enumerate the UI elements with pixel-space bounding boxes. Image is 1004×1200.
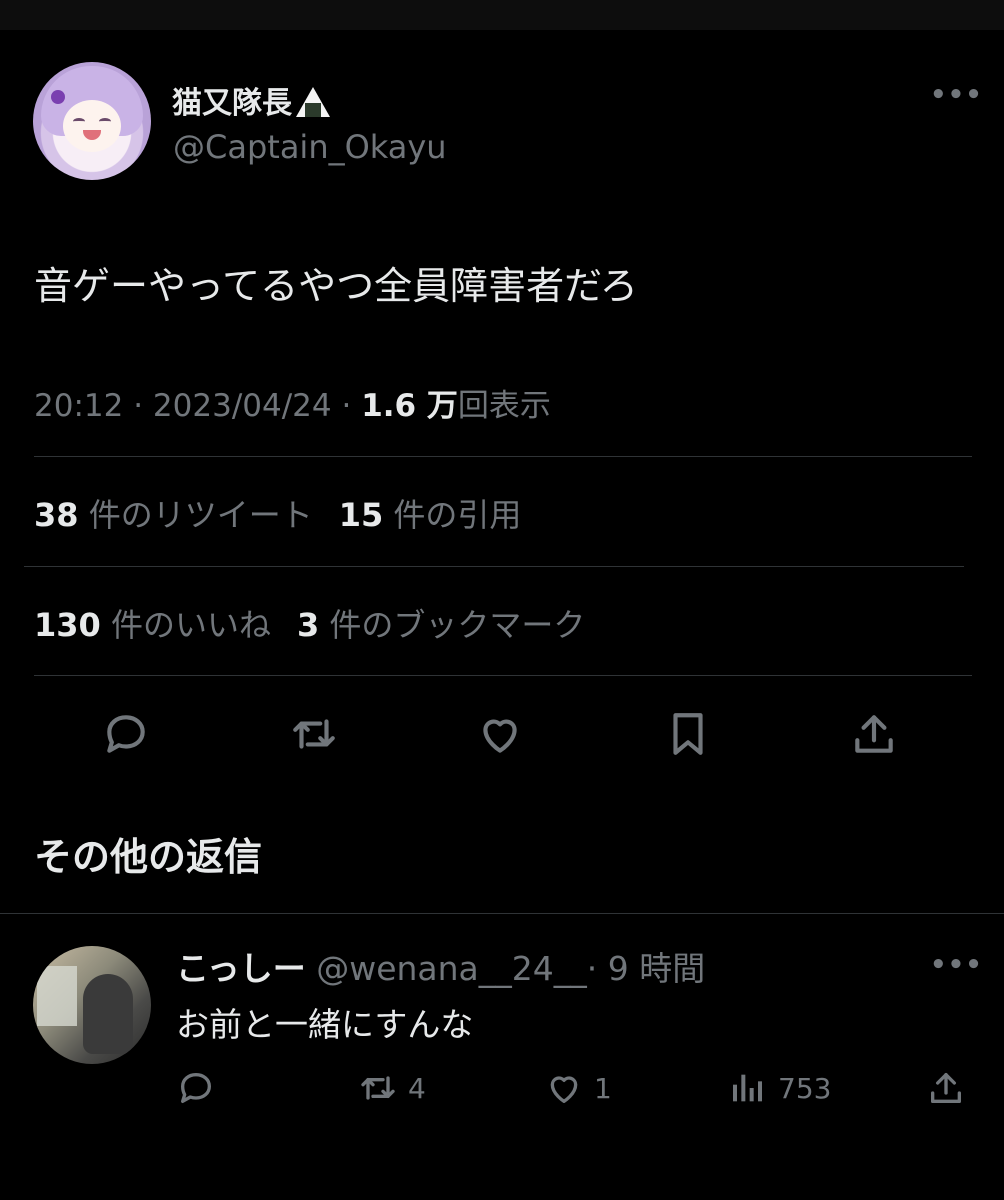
likes-stat[interactable]: 130 件のいいね <box>34 606 271 644</box>
likes-count: 130 <box>34 606 101 644</box>
divider <box>0 913 1004 914</box>
reply-time[interactable]: · 9 時間 <box>587 949 705 988</box>
meta-separator: · <box>133 388 153 424</box>
avatar-person <box>83 974 133 1054</box>
stats-row-retweets: 38 件のリツイート 15 件の引用 <box>34 490 521 536</box>
reply-header: こっしー @wenana__24__· 9 時間 <box>176 942 705 990</box>
like-button[interactable] <box>472 706 528 762</box>
tweet-date[interactable]: 2023/04/24 <box>153 388 332 424</box>
retweets-stat[interactable]: 38 件のリツイート <box>34 496 313 534</box>
reply-reply-button[interactable] <box>176 1066 216 1110</box>
reply-avatar[interactable] <box>33 946 151 1064</box>
like-icon <box>483 719 517 753</box>
reply-author-handle[interactable]: @wenana__24__ <box>316 949 587 988</box>
share-icon <box>931 1073 961 1103</box>
reply-text: お前と一緒にすんな <box>176 1005 474 1044</box>
share-icon <box>855 715 893 753</box>
stats-row-likes: 130 件のいいね 3 件のブックマーク <box>34 600 585 646</box>
views-count: 1.6 万 <box>361 388 458 424</box>
reply-more-options-icon[interactable]: ••• <box>930 950 983 980</box>
reply-views-button[interactable]: 753 <box>728 1066 831 1110</box>
more-options-icon[interactable]: ••• <box>930 80 983 110</box>
retweets-count: 38 <box>34 496 79 534</box>
author-name-text: 猫又隊長 <box>172 86 292 121</box>
tweet-meta: 20:12 · 2023/04/24 · 1.6 万回表示 <box>34 380 551 425</box>
retweet-button[interactable] <box>286 706 342 762</box>
reply-author-name[interactable]: こっしー <box>176 949 306 988</box>
reply-share-button[interactable] <box>926 1066 966 1110</box>
quotes-stat[interactable]: 15 件の引用 <box>339 496 522 534</box>
reply-icon <box>107 715 145 753</box>
bookmarks-label: 件のブックマーク <box>329 606 586 644</box>
more-replies-heading: その他の返信 <box>34 835 263 879</box>
likes-label: 件のいいね <box>110 606 271 644</box>
quotes-count: 15 <box>338 496 384 534</box>
reply-views-count: 753 <box>778 1071 832 1105</box>
avatar-hairclip <box>51 90 65 104</box>
bookmark-button[interactable] <box>660 706 716 762</box>
meta-separator: · <box>341 388 362 424</box>
retweet-icon <box>361 1076 395 1100</box>
divider <box>34 675 972 676</box>
onigiri-icon <box>296 87 330 117</box>
author-handle[interactable]: @Captain_Okayu <box>173 128 447 166</box>
tweet-text: 音ゲーやってるやつ全員障害者だろ <box>34 264 638 308</box>
bookmark-icon <box>673 713 703 755</box>
views-label: 回表示 <box>457 388 551 424</box>
reply-retweet-count: 4 <box>408 1071 426 1105</box>
avatar-eye <box>99 118 111 125</box>
views-icon <box>733 1074 762 1102</box>
reply-button[interactable] <box>98 706 154 762</box>
reply-retweet-button[interactable]: 4 <box>358 1066 426 1110</box>
bookmarks-stat[interactable]: 3 件のブックマーク <box>297 606 585 644</box>
retweets-label: 件のリツイート <box>88 496 313 534</box>
author-name[interactable]: 猫又隊長 <box>172 78 330 122</box>
divider <box>34 456 972 457</box>
bookmarks-count: 3 <box>296 606 320 644</box>
author-avatar[interactable] <box>33 62 151 180</box>
divider <box>24 566 964 567</box>
reply-like-count: 1 <box>594 1071 612 1105</box>
retweet-icon <box>293 719 335 749</box>
tweet-time[interactable]: 20:12 <box>34 388 123 424</box>
reply-icon <box>181 1073 211 1103</box>
reply-like-button[interactable]: 1 <box>544 1066 612 1110</box>
avatar-window <box>37 966 77 1026</box>
like-icon <box>550 1076 578 1103</box>
share-button[interactable] <box>846 706 902 762</box>
avatar-face <box>63 100 121 152</box>
status-bar <box>0 0 1004 30</box>
avatar-eye <box>73 118 85 125</box>
quotes-label: 件の引用 <box>393 496 522 534</box>
